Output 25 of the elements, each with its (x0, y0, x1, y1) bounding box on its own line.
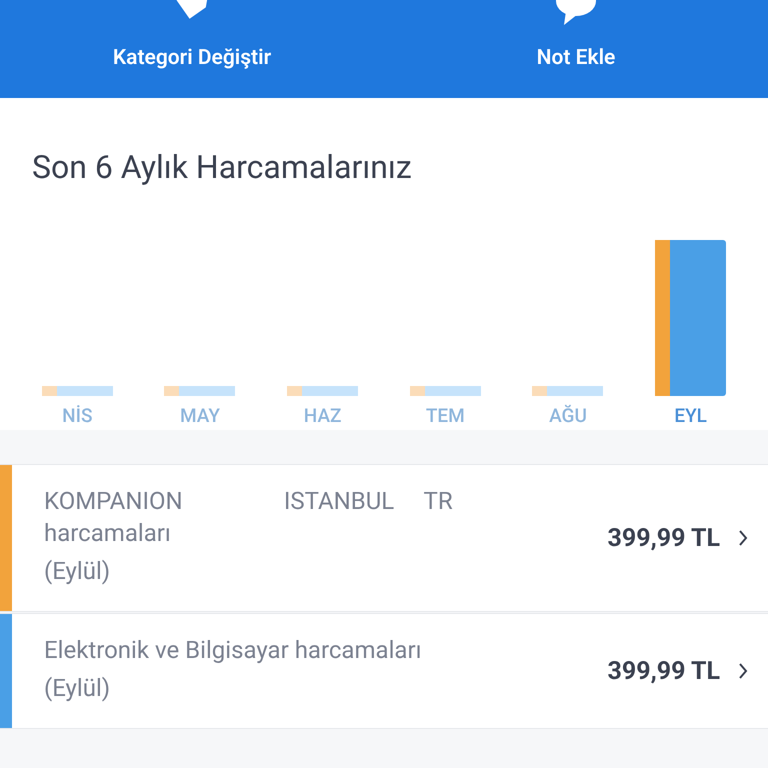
expense-title: Elektronik ve Bilgisayar harcamaları (44, 635, 423, 666)
action-button[interactable]: Kategori Değiştir (0, 0, 384, 98)
month-bar[interactable] (655, 240, 726, 396)
chevron-right-icon (738, 662, 748, 680)
expense-title: KOMPANION ISTANBUL TR harcamaları (44, 486, 454, 549)
chart-title: Son 6 Aylık Harcamalarınız (31, 147, 413, 186)
month-label[interactable]: HAZ (304, 404, 342, 426)
chevron-right-icon (738, 529, 748, 547)
expense-row[interactable]: KOMPANION ISTANBUL TR harcamaları (Eylül) 399,99 TL (0, 464, 768, 612)
expense-period: (Eylül) (44, 556, 112, 587)
expense-amount: 399,99 TL (608, 656, 720, 686)
expense-amount: 399,99 TL (608, 524, 720, 552)
month-label[interactable]: TEM (426, 404, 465, 426)
month-label[interactable]: AĞU (549, 404, 587, 426)
month-label[interactable]: EYL (674, 404, 707, 426)
month-bar[interactable] (532, 386, 604, 396)
month-bar[interactable] (287, 386, 358, 396)
month-label[interactable]: MAY (180, 404, 220, 426)
month-label[interactable]: NİS (62, 404, 93, 426)
action-button[interactable]: Not Ekle (384, 0, 768, 98)
month-bar[interactable] (164, 386, 236, 396)
expense-row[interactable]: Elektronik ve Bilgisayar harcamaları (Eylül) 399,99 TL (0, 613, 768, 729)
month-bar[interactable] (42, 386, 113, 396)
month-bar[interactable] (410, 386, 481, 396)
expense-period: (Eylül) (44, 673, 112, 704)
